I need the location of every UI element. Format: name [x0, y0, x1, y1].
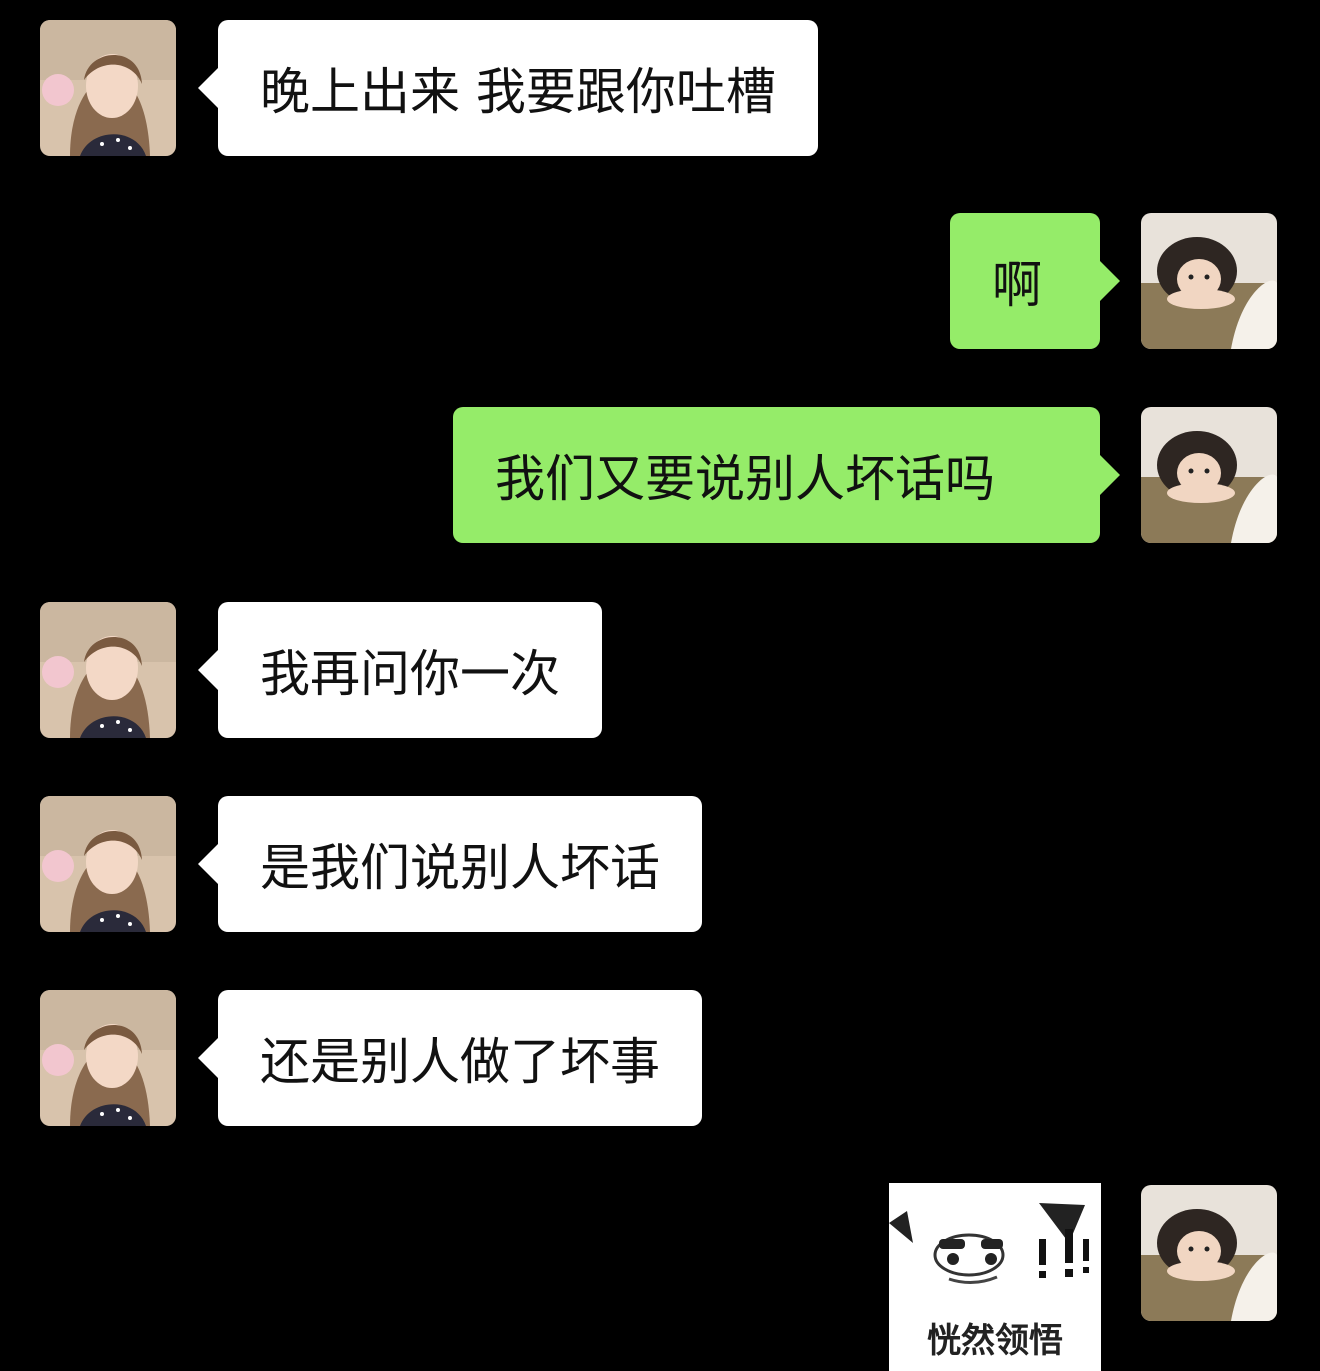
contact-avatar[interactable] — [40, 796, 176, 932]
message-text: 还是别人做了坏事 — [260, 1033, 660, 1091]
avatar-girl-long-hair-icon — [40, 20, 176, 156]
contact-avatar[interactable] — [40, 602, 176, 738]
message-text: 晚上出来 我要跟你吐槽 — [260, 63, 776, 121]
sticker-caption: 恍然领悟 — [927, 1321, 1063, 1361]
message-text: 啊 — [992, 256, 1042, 314]
avatar-girl-long-hair-icon — [40, 990, 176, 1126]
avatar-girl-lying-down-icon — [1141, 213, 1277, 349]
message-text: 是我们说别人坏话 — [260, 839, 660, 897]
avatar-girl-lying-down-icon — [1141, 1185, 1277, 1321]
self-avatar[interactable] — [1141, 1185, 1277, 1321]
enlightened-face-sticker-icon — [889, 1203, 1089, 1284]
sticker-message[interactable]: 恍然领悟 — [889, 1183, 1101, 1371]
outgoing-message[interactable]: 我们又要说别人坏话吗 — [453, 407, 1120, 543]
avatar-girl-long-hair-icon — [40, 602, 176, 738]
incoming-message[interactable]: 是我们说别人坏话 — [198, 796, 702, 932]
self-avatar[interactable] — [1141, 213, 1277, 349]
self-avatar[interactable] — [1141, 407, 1277, 543]
avatar-girl-lying-down-icon — [1141, 407, 1277, 543]
incoming-message[interactable]: 晚上出来 我要跟你吐槽 — [198, 20, 818, 156]
avatar-girl-long-hair-icon — [40, 796, 176, 932]
incoming-message[interactable]: 我再问你一次 — [198, 602, 602, 738]
message-text: 我再问你一次 — [260, 645, 560, 703]
contact-avatar[interactable] — [40, 20, 176, 156]
incoming-message[interactable]: 还是别人做了坏事 — [198, 990, 702, 1126]
outgoing-message[interactable]: 啊 — [950, 213, 1120, 349]
contact-avatar[interactable] — [40, 990, 176, 1126]
message-text: 我们又要说别人坏话吗 — [495, 450, 995, 508]
